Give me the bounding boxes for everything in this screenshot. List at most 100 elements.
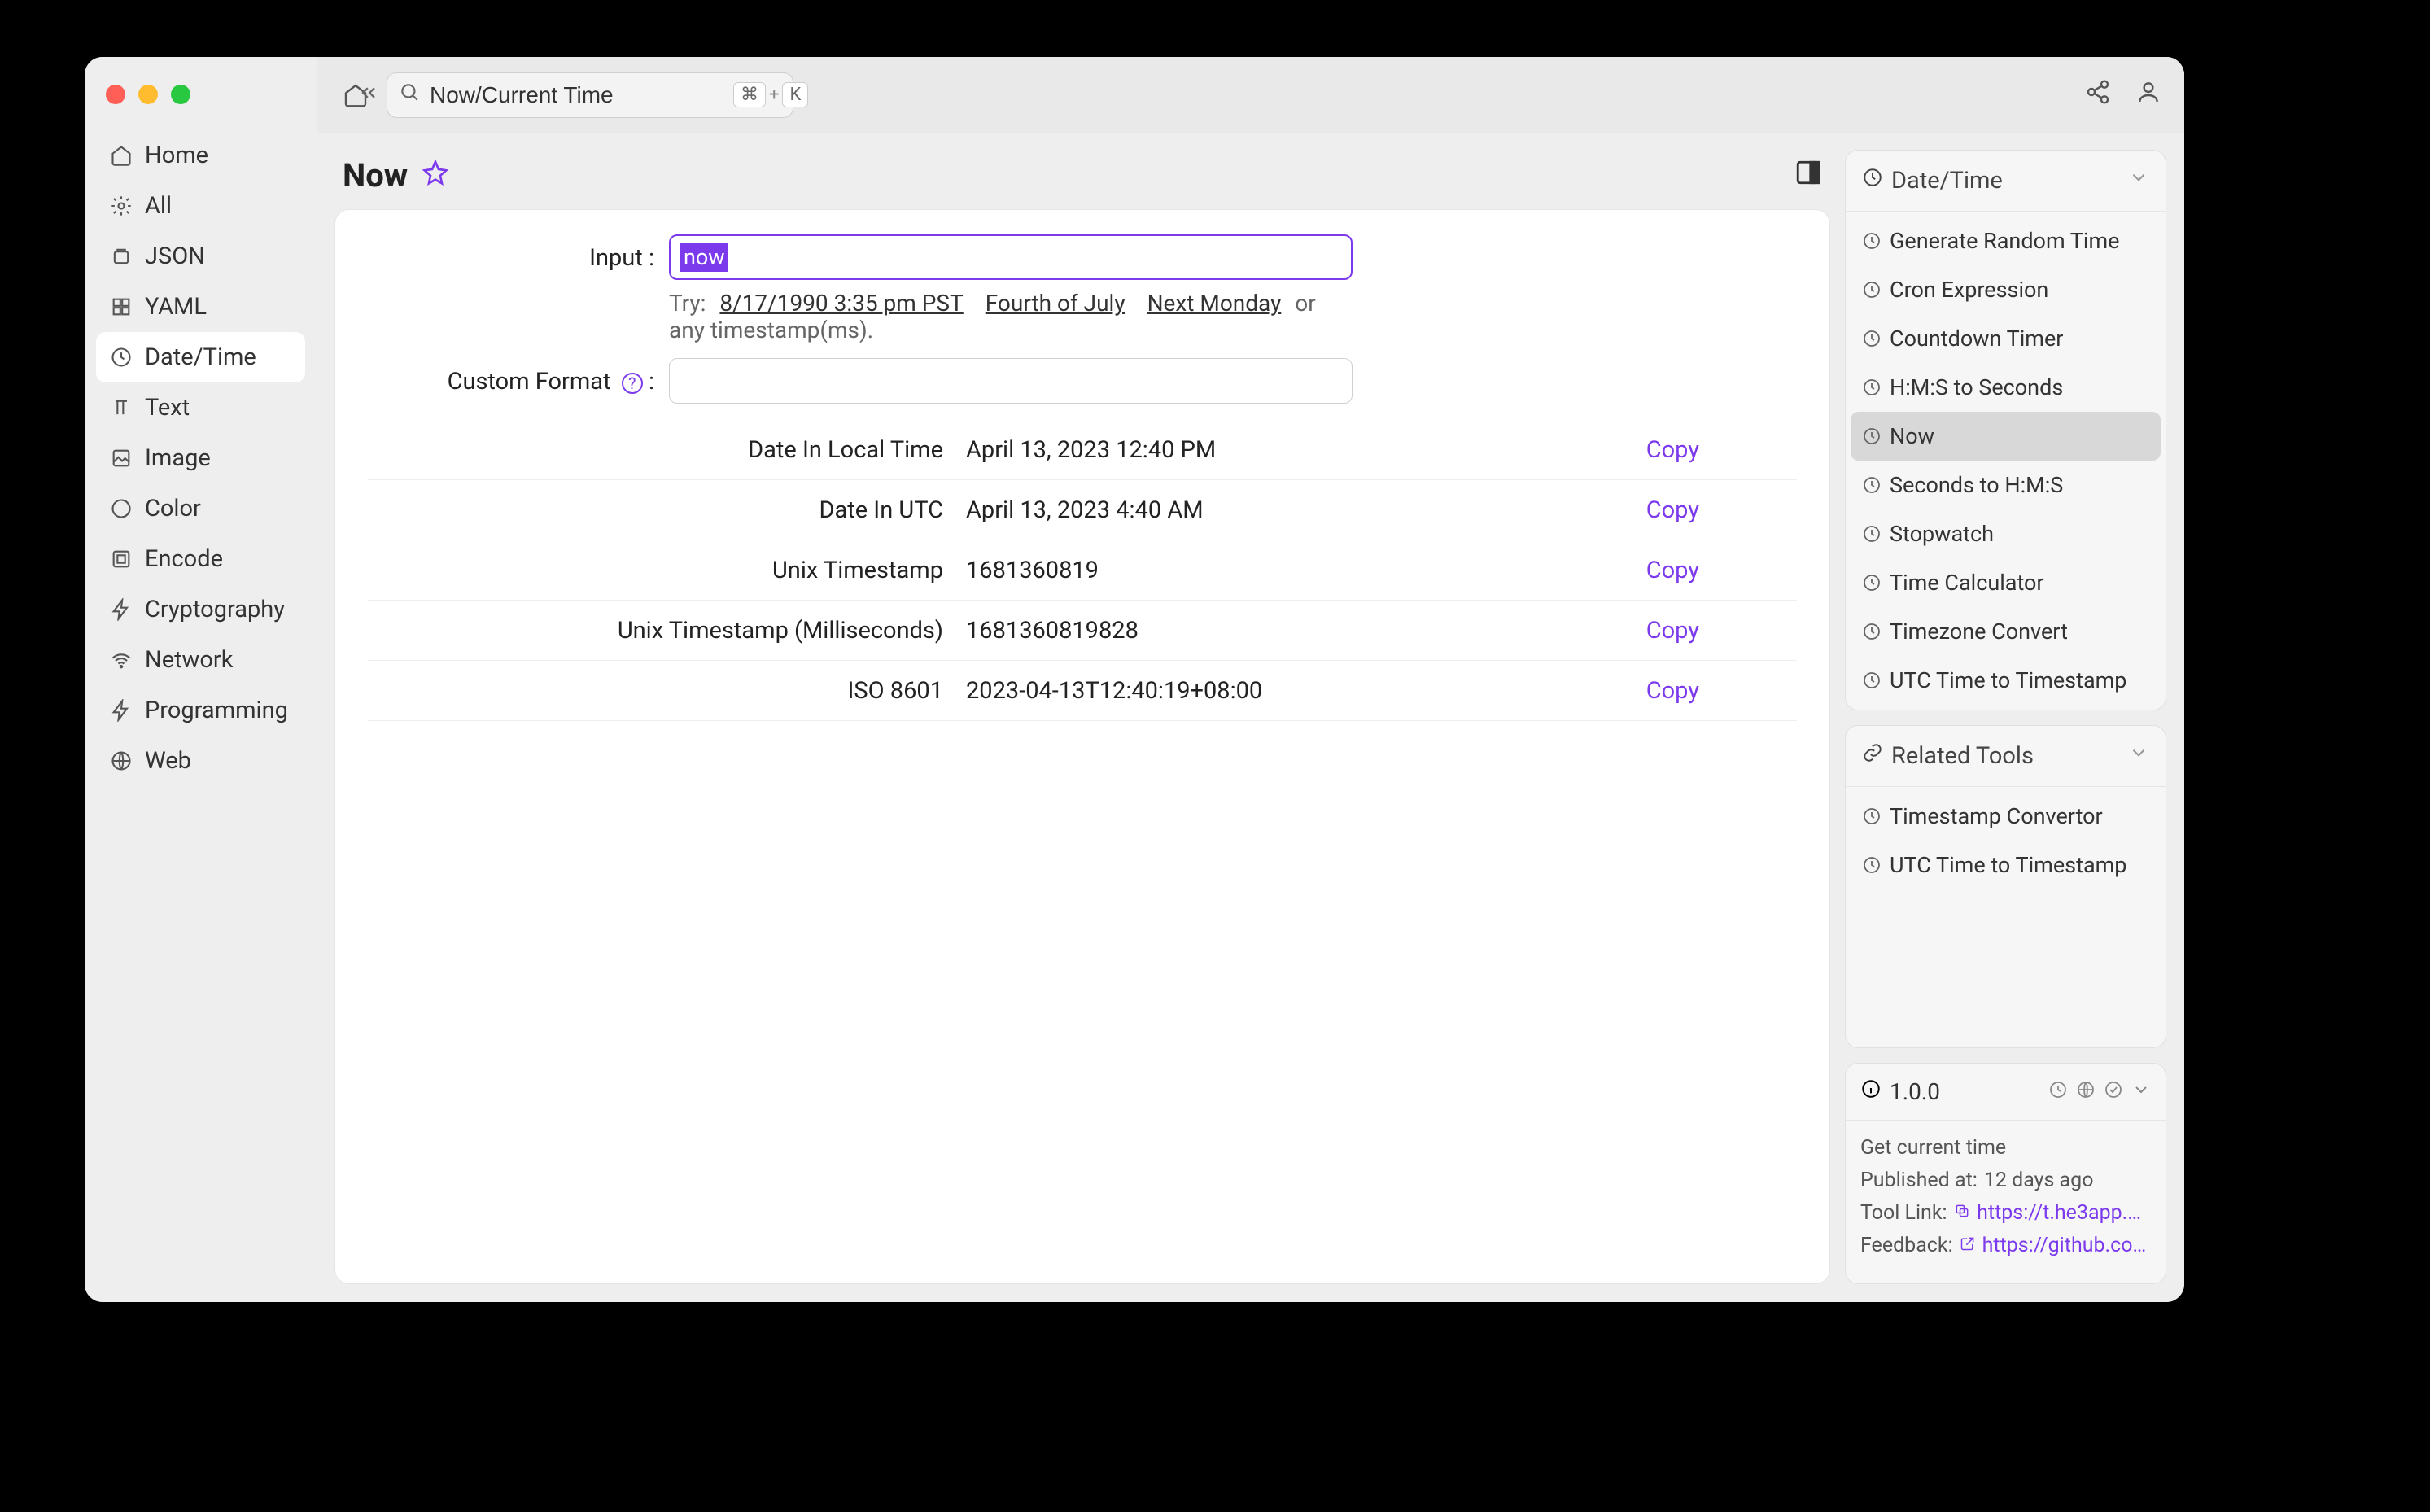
sidebar-item-label: Network [145, 646, 233, 674]
feedback-link[interactable]: https://github.com/… [1982, 1230, 2151, 1262]
chevron-down-icon[interactable] [2131, 1078, 2151, 1105]
right-column: Date/Time Generate Random Time Cron Expr… [1845, 150, 2166, 1284]
sidebar-item-network[interactable]: Network [96, 635, 305, 685]
globe-icon[interactable] [2076, 1078, 2096, 1105]
sidebar-item-programming[interactable]: Programming [96, 685, 305, 736]
favorite-button[interactable] [422, 160, 448, 191]
panel-item-stopwatch[interactable]: Stopwatch [1851, 509, 2161, 558]
globe-icon [109, 749, 133, 773]
chevron-down-icon [2128, 742, 2149, 770]
result-row: Date In Local Time April 13, 2023 12:40 … [368, 420, 1797, 480]
sidebar-list: Home All JSON YAML Date/Time Text [85, 130, 317, 786]
app-window: Home All JSON YAML Date/Time Text [85, 57, 2184, 1302]
bolt-icon [109, 597, 133, 622]
version-label: 1.0.0 [1890, 1078, 1940, 1105]
panel-item-now[interactable]: Now [1851, 412, 2161, 461]
panel-item-generate-random-time[interactable]: Generate Random Time [1851, 216, 2161, 265]
sidebar-item-color[interactable]: Color [96, 483, 305, 534]
input-field[interactable]: now [669, 234, 1353, 280]
custom-format-row: Custom Format ? : [368, 358, 1797, 404]
related-tools-panel: Related Tools Timestamp Convertor UTC Ti… [1845, 725, 2166, 1048]
copy-button[interactable]: Copy [1646, 617, 1797, 645]
info-tool-link: Tool Link: https://t.he3app.co… [1860, 1197, 2151, 1230]
help-icon[interactable]: ? [622, 373, 643, 394]
hint-link-1[interactable]: 8/17/1990 3:35 pm PST [719, 290, 963, 317]
page-header: Now [334, 150, 1830, 209]
results-table: Date In Local Time April 13, 2023 12:40 … [368, 420, 1797, 721]
sidebar-item-label: JSON [145, 243, 205, 270]
sidebar-item-label: Text [145, 394, 190, 422]
copy-button[interactable]: Copy [1646, 557, 1797, 584]
related-list: Timestamp Convertor UTC Time to Timestam… [1846, 787, 2166, 894]
copy-icon[interactable] [1954, 1202, 1971, 1220]
sidebar-item-label: YAML [145, 293, 207, 321]
sidebar-item-image[interactable]: Image [96, 433, 305, 483]
sidebar-item-all[interactable]: All [96, 181, 305, 231]
sidebar-item-label: Date/Time [145, 343, 256, 371]
topbar: ⌘ + K [317, 57, 2184, 133]
sidebar-item-label: Web [145, 747, 191, 775]
info-header: 1.0.0 [1846, 1064, 2166, 1121]
collapse-sidebar-button[interactable] [357, 81, 380, 110]
yaml-icon [109, 295, 133, 319]
external-link-icon[interactable] [1960, 1235, 1976, 1252]
panel-item-cron-expression[interactable]: Cron Expression [1851, 265, 2161, 314]
sidebar-item-label: Home [145, 142, 208, 169]
clock-icon [1862, 167, 1883, 194]
panel-item-timestamp-convertor[interactable]: Timestamp Convertor [1851, 792, 2161, 841]
custom-format-field[interactable] [669, 358, 1353, 404]
check-icon[interactable] [2104, 1078, 2123, 1105]
sidebar-item-datetime[interactable]: Date/Time [96, 332, 305, 382]
panel-item-time-calculator[interactable]: Time Calculator [1851, 558, 2161, 607]
sidebar-item-web[interactable]: Web [96, 736, 305, 786]
sidebar-item-label: Cryptography [145, 596, 285, 623]
result-row: Unix Timestamp (Milliseconds) 1681360819… [368, 601, 1797, 661]
panel-header-related[interactable]: Related Tools [1846, 726, 2166, 787]
hint-link-2[interactable]: Fourth of July [986, 290, 1125, 317]
datetime-list: Generate Random Time Cron Expression Cou… [1846, 212, 2166, 710]
copy-button[interactable]: Copy [1646, 496, 1797, 524]
minimize-window-button[interactable] [138, 85, 158, 104]
sidebar-item-label: Encode [145, 545, 223, 573]
history-icon[interactable] [2048, 1078, 2068, 1105]
search-box[interactable]: ⌘ + K [387, 72, 793, 118]
input-row: Input : now Try: 8/17/1990 3:35 pm PST F… [368, 234, 1797, 343]
panel-item-seconds-to-hms[interactable]: Seconds to H:M:S [1851, 461, 2161, 509]
hint-link-3[interactable]: Next Monday [1147, 290, 1282, 317]
sidebar-item-text[interactable]: Text [96, 382, 305, 433]
panel-item-hms-to-seconds[interactable]: H:M:S to Seconds [1851, 363, 2161, 412]
copy-button[interactable]: Copy [1646, 436, 1797, 464]
result-value: April 13, 2023 4:40 AM [966, 496, 1646, 524]
copy-button[interactable]: Copy [1646, 677, 1797, 705]
search-icon [399, 81, 420, 108]
sidebar: Home All JSON YAML Date/Time Text [85, 57, 317, 1302]
panel-item-utc-to-timestamp-related[interactable]: UTC Time to Timestamp [1851, 841, 2161, 889]
info-description: Get current time [1860, 1132, 2151, 1165]
sidebar-item-label: Programming [145, 697, 288, 724]
panel-item-utc-to-timestamp[interactable]: UTC Time to Timestamp [1851, 656, 2161, 705]
sidebar-item-cryptography[interactable]: Cryptography [96, 584, 305, 635]
panel-item-countdown-timer[interactable]: Countdown Timer [1851, 314, 2161, 363]
tool-link[interactable]: https://t.he3app.co… [1977, 1197, 2151, 1230]
result-value: 1681360819828 [966, 617, 1646, 645]
info-published: Published at: 12 days ago [1860, 1165, 2151, 1197]
sidebar-item-json[interactable]: JSON [96, 231, 305, 282]
close-window-button[interactable] [106, 85, 125, 104]
sidebar-item-home[interactable]: Home [96, 130, 305, 181]
result-value: 1681360819 [966, 557, 1646, 584]
share-button[interactable] [2085, 79, 2111, 111]
sidebar-item-label: Color [145, 495, 201, 522]
search-shortcut: ⌘ + K [733, 82, 808, 107]
sidebar-item-encode[interactable]: Encode [96, 534, 305, 584]
panel-item-timezone-convert[interactable]: Timezone Convert [1851, 607, 2161, 656]
bolt-icon [109, 698, 133, 723]
search-input[interactable] [430, 82, 723, 108]
sidebar-item-yaml[interactable]: YAML [96, 282, 305, 332]
content-row: Now Input : now [317, 133, 2184, 1302]
toggle-right-panel-button[interactable] [1794, 159, 1822, 192]
panel-header-datetime[interactable]: Date/Time [1846, 151, 2166, 212]
chevron-down-icon [2128, 167, 2149, 194]
profile-button[interactable] [2135, 79, 2161, 111]
info-body: Get current time Published at: 12 days a… [1846, 1121, 2166, 1283]
maximize-window-button[interactable] [171, 85, 190, 104]
